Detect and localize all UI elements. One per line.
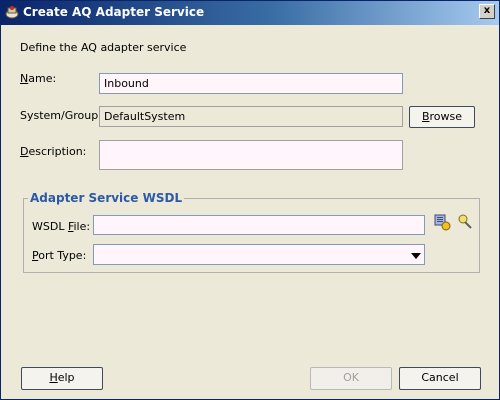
system-group-label: System/Group:	[20, 109, 102, 122]
browse-button[interactable]: Browse	[409, 106, 475, 128]
title-bar[interactable]: Create AQ Adapter Service x	[1, 1, 499, 25]
help-button[interactable]: Help	[21, 367, 103, 390]
wsdl-file-input[interactable]	[93, 215, 425, 235]
wsdl-file-label-rest: ile:	[73, 220, 91, 233]
close-button[interactable]: x	[479, 4, 495, 19]
wsdl-group-title: Adapter Service WSDL	[28, 191, 185, 205]
intro-text: Define the AQ adapter service	[20, 41, 187, 54]
wsdl-file-label: WSDL File:	[32, 220, 91, 233]
browse-button-rest: rowse	[429, 110, 463, 123]
port-type-label: Port Type:	[32, 249, 87, 262]
cancel-button[interactable]: Cancel	[399, 367, 481, 390]
description-label-rest: escription:	[28, 145, 87, 158]
chevron-down-icon[interactable]	[411, 253, 421, 259]
description-label: Description:	[20, 145, 87, 158]
system-group-field: DefaultSystem	[99, 106, 403, 127]
app-icon	[5, 6, 19, 19]
dialog-window: Create AQ Adapter Service x Define the A…	[0, 0, 500, 400]
description-input[interactable]	[99, 140, 403, 170]
ok-button[interactable]: OK	[310, 367, 392, 390]
name-label-rest: ame:	[28, 72, 57, 85]
help-button-rest: elp	[57, 371, 75, 384]
port-type-label-rest: ort Type:	[38, 249, 87, 262]
name-input[interactable]: Inbound	[99, 73, 403, 94]
wsdl-browse-icon[interactable]	[433, 213, 451, 231]
name-label: Name:	[20, 72, 57, 85]
window-title: Create AQ Adapter Service	[23, 5, 205, 19]
wsdl-edit-icon[interactable]	[456, 213, 474, 231]
port-type-select[interactable]	[93, 244, 425, 265]
